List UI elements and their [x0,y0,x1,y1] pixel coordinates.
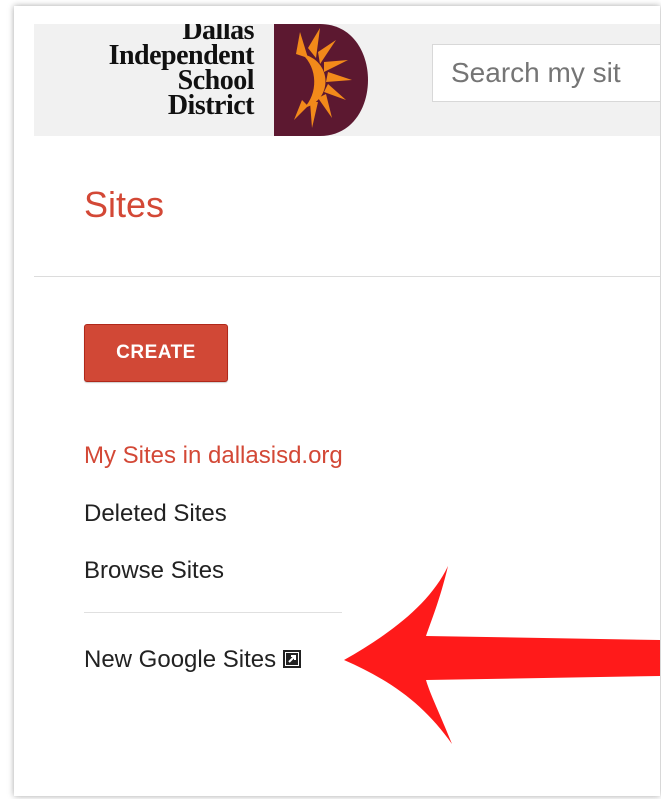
nav-item-my-sites[interactable]: My Sites in dallasisd.org [84,442,343,470]
red-arrow-annotation [344,566,660,744]
app-window: Dallas Independent School District Searc… [14,6,660,796]
page-title: Sites [84,184,165,225]
nav-item-new-google-sites[interactable]: New Google Sites [84,646,302,674]
search-input[interactable]: Search my sit [432,44,660,102]
logo-line-4: District [167,90,255,121]
create-button[interactable]: CREATE [84,324,228,382]
district-logo-text: Dallas Independent School District [84,24,255,121]
header-bar: Dallas Independent School District Searc… [34,24,660,136]
nav-item-deleted-sites[interactable]: Deleted Sites [84,500,227,528]
nav-item-browse-sites[interactable]: Browse Sites [84,557,224,585]
external-link-icon [283,650,302,668]
district-logo-icon [274,24,368,136]
header-divider [34,276,660,277]
nav-divider [84,612,342,613]
new-google-sites-label: New Google Sites [84,646,277,673]
